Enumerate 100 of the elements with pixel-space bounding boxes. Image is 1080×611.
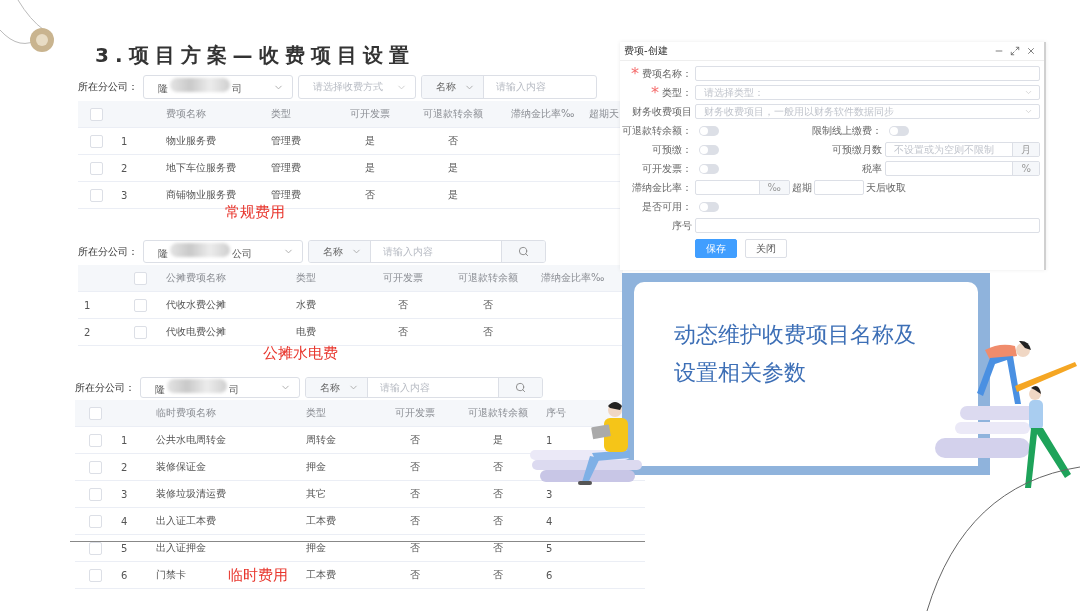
form-label: 可开发票：: [642, 161, 692, 176]
required-asterisk: *: [651, 83, 659, 102]
table-cell: 5: [546, 542, 553, 554]
row-checkbox[interactable]: [133, 298, 147, 312]
table-cell: 是: [365, 134, 375, 148]
toggle-switch[interactable]: [699, 144, 719, 155]
close-icon[interactable]: [1026, 46, 1036, 56]
table-cell: 否: [410, 487, 420, 501]
form-label: 是否可用：: [642, 199, 692, 214]
row-number: 1: [121, 434, 128, 446]
row-checkbox[interactable]: [90, 161, 103, 175]
row-number: 2: [121, 461, 128, 473]
row-checkbox[interactable]: [133, 325, 147, 339]
filter-label: 所在分公司：: [75, 380, 135, 395]
chevron-down-icon: [1024, 107, 1033, 116]
column-header: 可开发票: [350, 107, 390, 121]
column-header: 类型: [306, 406, 326, 420]
row-number: 1: [84, 299, 91, 311]
table-cell: 否: [397, 298, 408, 312]
chevron-down-icon: [1024, 88, 1033, 97]
table-cell: 4: [546, 515, 553, 527]
company-select[interactable]: 隆 司: [143, 75, 293, 99]
search-field[interactable]: 名称 请输入内容: [305, 377, 543, 398]
toggle-switch[interactable]: [699, 201, 719, 212]
column-header: 可开发票: [395, 406, 435, 420]
select-all-checkbox[interactable]: [90, 107, 103, 121]
close-button[interactable]: 关闭: [745, 239, 787, 258]
column-header: 可退款转余额: [422, 107, 483, 121]
row-number: 2: [84, 326, 91, 338]
table-cell: 押金: [306, 460, 326, 474]
search-icon: [515, 382, 526, 393]
table-cell: 否: [365, 188, 375, 202]
text-field[interactable]: [814, 180, 864, 195]
table-cell: 3: [546, 488, 553, 500]
select-all-checkbox[interactable]: [88, 406, 102, 420]
form-label: 可预缴月数: [831, 142, 883, 157]
maximize-icon[interactable]: [1010, 46, 1020, 56]
table-cell: 出入证工本费: [156, 514, 216, 528]
table-cell: 是: [447, 161, 458, 175]
column-header: 类型: [271, 107, 291, 121]
row-number: 2: [121, 162, 128, 174]
form-label: 序号: [672, 218, 692, 233]
form-label: 可退款转余额：: [622, 123, 692, 138]
row-number: 3: [121, 488, 128, 500]
table-cell: 押金: [306, 541, 326, 555]
search-field[interactable]: 名称 请输入内容: [421, 75, 597, 99]
column-header: 滞纳金比率‰: [541, 271, 605, 285]
row-checkbox[interactable]: [88, 514, 102, 528]
table-cell: 工本费: [306, 568, 336, 582]
row-checkbox[interactable]: [88, 433, 102, 447]
row-number: 3: [121, 189, 128, 201]
table-cell: 否: [492, 568, 503, 582]
table-cell: 否: [410, 514, 420, 528]
table-cell: 管理费: [271, 134, 301, 148]
search-button[interactable]: [501, 241, 545, 262]
blurred-text-mask: [167, 378, 227, 393]
row-checkbox[interactable]: [90, 188, 103, 202]
column-header: 类型: [296, 271, 316, 285]
form-label: 限制线上缴费：: [811, 123, 883, 138]
form-label: 天后收取: [865, 180, 907, 195]
column-header: 滞纳金比率‰: [511, 107, 575, 121]
toggle-switch[interactable]: [699, 163, 719, 174]
form-label: 财务收费项目: [632, 104, 692, 119]
row-checkbox[interactable]: [90, 134, 103, 148]
table-cell: 商铺物业服务费: [166, 188, 236, 202]
row-number: 6: [121, 569, 128, 581]
table-cell: 代收电费公摊: [166, 325, 226, 339]
toggle-switch[interactable]: [889, 125, 909, 136]
table-cell: 否: [410, 460, 420, 474]
table-cell: 门禁卡: [156, 568, 186, 582]
blurred-text-mask: [170, 242, 230, 257]
text-field[interactable]: [695, 218, 1040, 233]
column-header: 可退款转余额: [457, 271, 518, 285]
filter-label: 所在分公司：: [78, 80, 138, 94]
row-number: 5: [121, 542, 128, 554]
column-header: 可退款转余额: [467, 406, 528, 420]
table-cell: 其它: [306, 487, 326, 501]
table-cell: 否: [492, 460, 503, 474]
row-checkbox[interactable]: [88, 568, 102, 582]
company-select[interactable]: 隆 公司: [143, 240, 303, 263]
text-field[interactable]: [695, 66, 1040, 81]
column-header: 可开发票: [382, 271, 423, 285]
section-caption: 公摊水电费: [263, 344, 338, 363]
table-cell: 否: [447, 134, 458, 148]
row-number: 1: [121, 135, 128, 147]
slide-title: 3.项目方案—收费项目设置: [95, 42, 415, 69]
toggle-switch[interactable]: [699, 125, 719, 136]
column-header: 序号: [546, 406, 566, 420]
row-checkbox[interactable]: [88, 460, 102, 474]
select-all-checkbox[interactable]: [133, 271, 147, 285]
row-checkbox[interactable]: [88, 487, 102, 501]
table-cell: 6: [546, 569, 553, 581]
table-cell: 否: [397, 325, 408, 339]
search-button[interactable]: [498, 378, 542, 397]
column-header: 临时费项名称: [156, 406, 216, 420]
table-cell: 否: [492, 541, 503, 555]
company-select[interactable]: 隆 司: [140, 377, 300, 398]
required-asterisk: *: [631, 64, 639, 83]
form-label: 类型：: [662, 85, 692, 100]
search-field[interactable]: 名称 请输入内容: [308, 240, 546, 263]
